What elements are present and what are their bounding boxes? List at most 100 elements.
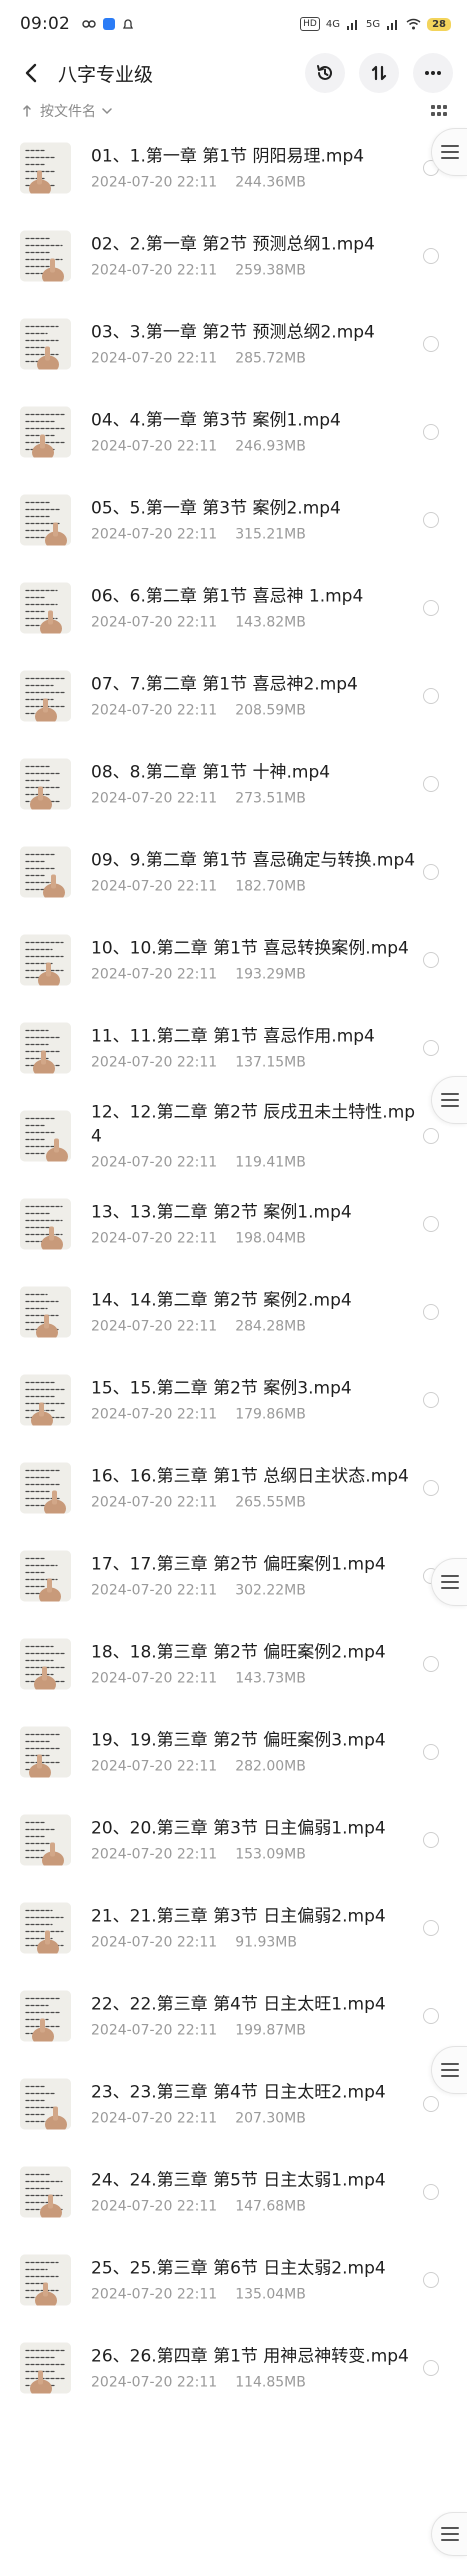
- select-radio[interactable]: [423, 600, 439, 616]
- video-thumbnail: [20, 1814, 71, 1866]
- file-row[interactable]: 25、25.第三章 第6节 日主太弱2.mp4 2024-07-20 22:11 1…: [0, 2236, 467, 2324]
- file-row[interactable]: 22、22.第三章 第4节 日主太旺1.mp4 2024-07-20 22:11 1…: [0, 1972, 467, 2060]
- grid-view-icon[interactable]: [431, 105, 447, 117]
- file-meta: 2024-07-20 22:11 246.93MB: [91, 438, 419, 456]
- select-radio[interactable]: [423, 688, 439, 704]
- file-row[interactable]: 10、10.第二章 第1节 喜忌转换案例.mp4 2024-07-20 22:11…: [0, 916, 467, 1004]
- video-thumbnail: [20, 318, 71, 370]
- sort-by-name-dropdown[interactable]: 按文件名: [40, 101, 96, 121]
- chevron-down-icon[interactable]: [102, 107, 112, 115]
- history-icon: [317, 65, 332, 80]
- select-radio[interactable]: [423, 336, 439, 352]
- file-size: 285.72MB: [235, 350, 306, 367]
- file-size: 246.93MB: [235, 438, 306, 455]
- back-button[interactable]: [8, 48, 54, 98]
- file-size: 207.30MB: [235, 2110, 306, 2127]
- select-radio[interactable]: [423, 2360, 439, 2376]
- select-radio[interactable]: [423, 1392, 439, 1408]
- file-date: 2024-07-20: [91, 1582, 173, 1599]
- select-radio[interactable]: [423, 1832, 439, 1848]
- file-row[interactable]: 16、16.第三章 第1节 总纲日主状态.mp4 2024-07-20 22:11…: [0, 1444, 467, 1532]
- file-info: 19、19.第三章 第2节 偏旺案例3.mp4 2024-07-20 22:11 2…: [91, 1729, 419, 1776]
- select-radio[interactable]: [423, 424, 439, 440]
- select-radio[interactable]: [423, 2272, 439, 2288]
- hamburger-icon: [440, 2063, 459, 2077]
- file-row[interactable]: 20、20.第三章 第3节 日主偏弱1.mp4 2024-07-20 22:11 1…: [0, 1796, 467, 1884]
- sort-order-button[interactable]: [359, 53, 399, 93]
- file-info: 05、5.第一章 第3节 案例2.mp4 2024-07-20 22:11 315.…: [91, 497, 419, 544]
- select-radio[interactable]: [423, 1304, 439, 1320]
- file-row[interactable]: 08、8.第二章 第1节 十神.mp4 2024-07-20 22:11 273.5…: [0, 740, 467, 828]
- file-row[interactable]: 18、18.第三章 第2节 偏旺案例2.mp4 2024-07-20 22:11 1…: [0, 1620, 467, 1708]
- file-time: 22:11: [176, 1054, 218, 1071]
- file-row[interactable]: 04、4.第一章 第3节 案例1.mp4 2024-07-20 22:11 246.…: [0, 388, 467, 476]
- select-radio[interactable]: [423, 1040, 439, 1056]
- select-radio[interactable]: [423, 2096, 439, 2112]
- file-row[interactable]: 26、26.第四章 第1节 用神忌神转变.mp4 2024-07-20 22:11…: [0, 2324, 467, 2412]
- select-radio[interactable]: [423, 776, 439, 792]
- file-row[interactable]: 19、19.第三章 第2节 偏旺案例3.mp4 2024-07-20 22:11 2…: [0, 1708, 467, 1796]
- file-date: 2024-07-20: [91, 1230, 173, 1247]
- file-row[interactable]: 15、15.第二章 第2节 案例3.mp4 2024-07-20 22:11 179…: [0, 1356, 467, 1444]
- file-time: 22:11: [176, 2198, 218, 2215]
- file-meta: 2024-07-20 22:11 179.86MB: [91, 1406, 419, 1424]
- video-thumbnail: [20, 2342, 71, 2394]
- select-radio[interactable]: [423, 864, 439, 880]
- file-time: 22:11: [176, 1582, 218, 1599]
- video-thumbnail: [20, 1286, 71, 1338]
- file-row[interactable]: 17、17.第三章 第2节 偏旺案例1.mp4 2024-07-20 22:11 3…: [0, 1532, 467, 1620]
- more-button[interactable]: [413, 53, 453, 93]
- select-radio[interactable]: [423, 1656, 439, 1672]
- select-radio[interactable]: [423, 952, 439, 968]
- video-thumbnail: [20, 670, 71, 722]
- select-radio[interactable]: [423, 1480, 439, 1496]
- file-name: 17、17.第三章 第2节 偏旺案例1.mp4: [91, 1554, 386, 1575]
- video-thumbnail: [20, 142, 71, 194]
- select-radio[interactable]: [423, 512, 439, 528]
- video-thumbnail: [20, 2254, 71, 2306]
- file-meta: 2024-07-20 22:11 137.15MB: [91, 1054, 419, 1072]
- file-size: 282.00MB: [235, 1758, 306, 1775]
- select-radio[interactable]: [423, 248, 439, 264]
- file-size: 284.28MB: [235, 1318, 306, 1335]
- file-date: 2024-07-20: [91, 2286, 173, 2303]
- video-thumbnail: [20, 2166, 71, 2218]
- file-row[interactable]: 23、23.第三章 第4节 日主太旺2.mp4 2024-07-20 22:11 2…: [0, 2060, 467, 2148]
- file-time: 22:11: [176, 614, 218, 631]
- file-row[interactable]: 05、5.第一章 第3节 案例2.mp4 2024-07-20 22:11 315.…: [0, 476, 467, 564]
- file-info: 21、21.第三章 第3节 日主偏弱2.mp4 2024-07-20 22:11 9…: [91, 1905, 419, 1952]
- select-radio[interactable]: [423, 1216, 439, 1232]
- file-info: 06、6.第二章 第1节 喜忌神 1.mp4 2024-07-20 22:11 14…: [91, 585, 419, 632]
- select-radio[interactable]: [423, 2184, 439, 2200]
- file-size: 244.36MB: [235, 174, 306, 191]
- file-row[interactable]: 06、6.第二章 第1节 喜忌神 1.mp4 2024-07-20 22:11 14…: [0, 564, 467, 652]
- select-radio[interactable]: [423, 1128, 439, 1144]
- file-row[interactable]: 13、13.第二章 第2节 案例1.mp4 2024-07-20 22:11 198…: [0, 1180, 467, 1268]
- file-row[interactable]: 07、7.第二章 第1节 喜忌神2.mp4 2024-07-20 22:11 208…: [0, 652, 467, 740]
- history-button[interactable]: [305, 53, 345, 93]
- file-name: 02、2.第一章 第2节 预测总纲1.mp4: [91, 234, 375, 255]
- file-row[interactable]: 14、14.第二章 第2节 案例2.mp4 2024-07-20 22:11 284…: [0, 1268, 467, 1356]
- file-name: 25、25.第三章 第6节 日主太弱2.mp4: [91, 2258, 386, 2279]
- file-time: 22:11: [176, 1494, 218, 1511]
- video-thumbnail: [20, 582, 71, 634]
- file-row[interactable]: 12、12.第二章 第2节 辰戌丑未土特性.mp4 2024-07-20 22:1…: [0, 1092, 467, 1180]
- file-row[interactable]: 09、9.第二章 第1节 喜忌确定与转换.mp4 2024-07-20 22:11…: [0, 828, 467, 916]
- sort-direction-icon[interactable]: [22, 104, 32, 118]
- select-radio[interactable]: [423, 1744, 439, 1760]
- file-row[interactable]: 03、3.第一章 第2节 预测总纲2.mp4 2024-07-20 22:11 28…: [0, 300, 467, 388]
- file-row[interactable]: 11、11.第二章 第1节 喜忌作用.mp4 2024-07-20 22:11 13…: [0, 1004, 467, 1092]
- video-thumbnail: [20, 758, 71, 810]
- file-date: 2024-07-20: [91, 790, 173, 807]
- select-radio[interactable]: [423, 2008, 439, 2024]
- file-info: 20、20.第三章 第3节 日主偏弱1.mp4 2024-07-20 22:11 1…: [91, 1817, 419, 1864]
- floating-menu-tab-5[interactable]: [431, 2512, 467, 2556]
- file-row[interactable]: 21、21.第三章 第3节 日主偏弱2.mp4 2024-07-20 22:11 9…: [0, 1884, 467, 1972]
- video-thumbnail: [20, 934, 71, 986]
- file-row[interactable]: 02、2.第一章 第2节 预测总纲1.mp4 2024-07-20 22:11 25…: [0, 212, 467, 300]
- select-radio[interactable]: [423, 1920, 439, 1936]
- file-row[interactable]: 01、1.第一章 第1节 阴阳易理.mp4 2024-07-20 22:11 244…: [0, 124, 467, 212]
- file-info: 25、25.第三章 第6节 日主太弱2.mp4 2024-07-20 22:11 1…: [91, 2257, 419, 2304]
- file-meta: 2024-07-20 22:11 147.68MB: [91, 2198, 419, 2216]
- file-row[interactable]: 24、24.第三章 第5节 日主太弱1.mp4 2024-07-20 22:11 1…: [0, 2148, 467, 2236]
